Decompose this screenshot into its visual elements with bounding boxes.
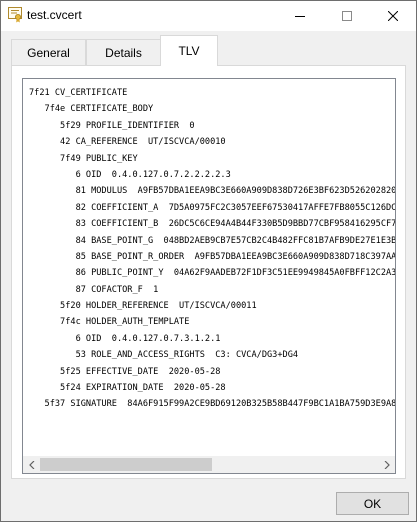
window-title: test.cvcert [27,8,82,22]
tlv-line[interactable]: 81 MODULUS A9FB57DBA1EEA9BC3E660A909D838… [23,183,395,199]
close-button[interactable] [370,1,416,31]
tlv-line[interactable]: 6 OID 0.4.0.127.0.7.3.1.2.1 [23,331,395,347]
scroll-right-button[interactable] [378,456,395,473]
ok-button-label: OK [363,496,382,511]
tlv-line[interactable]: 6 OID 0.4.0.127.0.7.2.2.2.2.3 [23,167,395,183]
tlv-line[interactable]: 5f37 SIGNATURE 84A6F915F99A2CE9BD69120B3… [23,396,395,412]
tlv-line[interactable]: 83 COEFFICIENT_B 26DC5C6CE94A4B44F330B5D… [23,216,395,232]
tlv-line[interactable]: 5f29 PROFILE_IDENTIFIER 0 [23,118,395,134]
maximize-icon [342,11,352,21]
tlv-tree-view[interactable]: 7f21 CV_CERTIFICATE 7f4e CERTIFICATE_BOD… [22,78,396,474]
tlv-line[interactable]: 42 CA_REFERENCE UT/ISCVCA/00010 [23,134,395,150]
scroll-right-icon [384,458,390,472]
tlv-line[interactable]: 85 BASE_POINT_R_ORDER A9FB57DBA1EEA9BC3E… [23,249,395,265]
tlv-line[interactable]: 5f24 EXPIRATION_DATE 2020-05-28 [23,380,395,396]
tlv-line[interactable]: 86 PUBLIC_POINT_Y 04A62F9AADEB72F1DF3C51… [23,265,395,281]
tlv-line[interactable]: 7f21 CV_CERTIFICATE [23,85,395,101]
maximize-button[interactable] [324,1,370,31]
ok-button[interactable]: OK [336,492,409,515]
close-icon [388,11,398,21]
certificate-dialog: test.cvcert General Details TLV 7f21 CV_… [0,0,417,522]
certificate-icon [8,7,22,23]
scroll-left-icon [28,458,35,472]
tlv-line[interactable]: 7f4e CERTIFICATE_BODY [23,101,395,117]
tlv-line[interactable]: 53 ROLE_AND_ACCESS_RIGHTS C3: CVCA/DG3+D… [23,347,395,363]
minimize-icon [295,11,305,21]
tab-general[interactable]: General [11,39,86,65]
tlv-line[interactable]: 87 COFACTOR_F 1 [23,282,395,298]
tlv-line[interactable]: 7f49 PUBLIC_KEY [23,151,395,167]
tab-strip: General Details TLV [11,35,406,66]
tab-label: TLV [178,44,200,58]
tlv-tree-content: 7f21 CV_CERTIFICATE 7f4e CERTIFICATE_BOD… [23,79,395,456]
tlv-line[interactable]: 5f20 HOLDER_REFERENCE UT/ISCVCA/00011 [23,298,395,314]
horizontal-scrollbar[interactable] [23,456,395,473]
tab-label: Details [105,45,142,60]
minimize-button[interactable] [277,1,323,31]
tlv-line[interactable]: 7f4c HOLDER_AUTH_TEMPLATE [23,314,395,330]
tlv-line[interactable]: 5f25 EFFECTIVE_DATE 2020-05-28 [23,364,395,380]
tlv-line[interactable]: 82 COEFFICIENT_A 7D5A0975FC2C3057EEF6753… [23,200,395,216]
title-bar: test.cvcert [1,1,416,31]
scroll-left-button[interactable] [23,456,40,473]
tab-tlv[interactable]: TLV [160,35,218,66]
tlv-line[interactable]: 84 BASE_POINT_G 048BD2AEB9CB7E57CB2C4B48… [23,233,395,249]
tab-details[interactable]: Details [86,39,161,65]
scroll-thumb[interactable] [40,458,212,471]
tab-label: General [27,45,70,60]
tlv-tab-panel: 7f21 CV_CERTIFICATE 7f4e CERTIFICATE_BOD… [11,65,406,479]
